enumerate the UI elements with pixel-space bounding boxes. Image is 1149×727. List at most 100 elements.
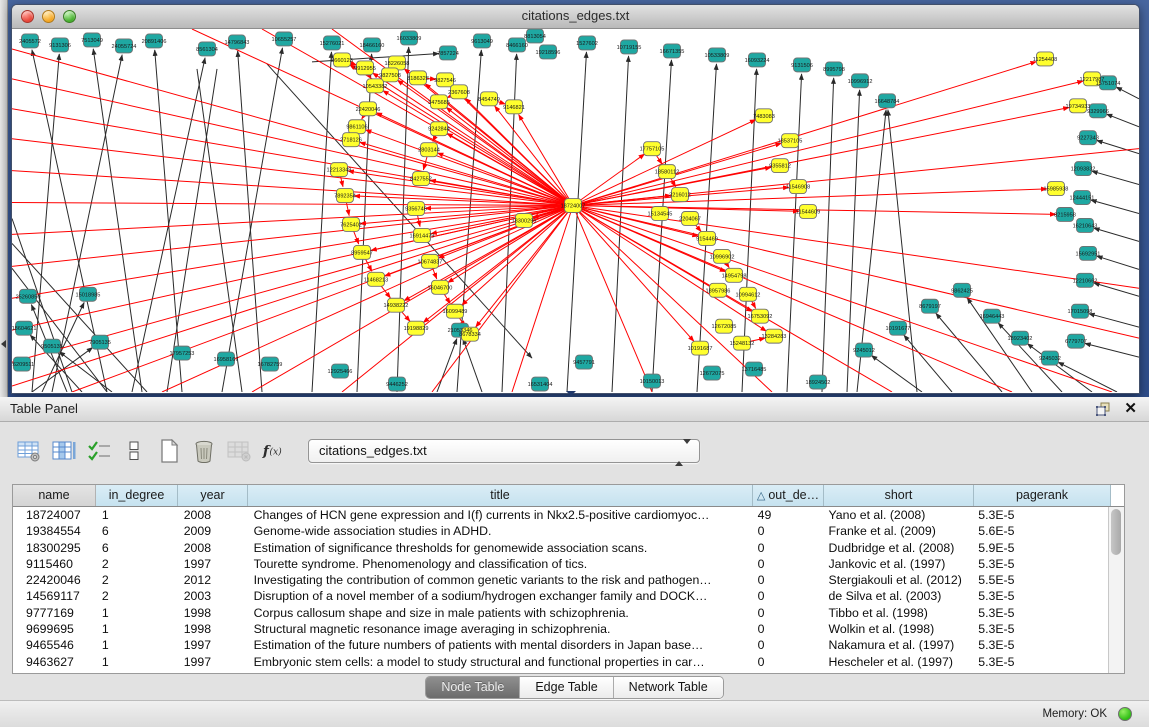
graph-node-label: 14938222 [384, 303, 409, 309]
table-row[interactable]: 911546021997Tourette syndrome. Phenomeno… [13, 556, 1109, 572]
table-cell: 5.3E-5 [972, 654, 1109, 670]
table-cell: 1997 [178, 654, 248, 670]
graph-edge [1097, 256, 1139, 269]
table-cell: 1997 [178, 556, 248, 572]
graph-node-label: 16753092 [748, 314, 773, 320]
graph-node-label: 11254408 [1033, 57, 1057, 63]
tab-node-table[interactable]: Node Table [426, 677, 520, 698]
table-row[interactable]: 1830029562008Estimation of significance … [13, 540, 1109, 556]
window-close-button[interactable] [21, 10, 34, 23]
table-cell: 9115460 [13, 556, 96, 572]
graph-node-label: 10191687 [688, 346, 713, 352]
table-cell: 5.3E-5 [972, 605, 1109, 621]
table-body: 1872400712008Changes of HCN gene express… [13, 507, 1109, 673]
row-selector-icon[interactable] [121, 438, 147, 464]
table-row[interactable]: 1456911722003Disruption of a novel membe… [13, 588, 1109, 604]
table-row[interactable]: 969969511998Structural magnetic resonanc… [13, 621, 1109, 637]
tab-edge-table[interactable]: Edge Table [520, 677, 613, 698]
window-zoom-button[interactable] [63, 10, 76, 23]
show-columns-icon[interactable] [51, 438, 77, 464]
table-row[interactable]: 977716911998Corpus callosum shape and si… [13, 605, 1109, 621]
graph-node-label: 18957986 [706, 288, 731, 294]
table-mode-icon[interactable] [16, 438, 42, 464]
table-row[interactable]: 946554611997Estimation of the future num… [13, 637, 1109, 653]
table-toolbar: f (x) citations_edges.txt [16, 434, 700, 468]
column-checklist-icon[interactable] [86, 438, 112, 464]
table-source-select[interactable]: citations_edges.txt [308, 439, 700, 463]
graph-node-label: 9827508 [379, 73, 401, 79]
graph-node-label: 18466160 [360, 43, 385, 49]
graph-node-label: 20891406 [142, 39, 167, 45]
graph-node-label: 19734933 [1066, 104, 1091, 110]
tab-network-table[interactable]: Network Table [614, 677, 723, 698]
citation-network-graph[interactable]: 1872400724055729131306751304924055724208… [12, 29, 1139, 392]
column-header-name[interactable]: name [13, 485, 96, 506]
graph-node-label: 6779707 [1065, 339, 1087, 345]
table-cell: 5.3E-5 [972, 621, 1109, 637]
table-cell: 0 [752, 572, 823, 588]
column-header-out_de[interactable]: △out_de… [753, 485, 824, 506]
graph-edge [787, 74, 802, 392]
table-cell: Yano et al. (2008) [823, 507, 973, 523]
column-header-year[interactable]: year [178, 485, 248, 506]
close-panel-icon[interactable]: ✕ [1124, 399, 1137, 417]
graph-node-label: 8679197 [919, 304, 941, 310]
table-cell: Jankovic et al. (1997) [823, 556, 973, 572]
float-panel-icon[interactable] [1095, 401, 1111, 417]
table-cell: 49 [752, 507, 823, 523]
graph-node-label: 2405572 [19, 39, 41, 45]
memory-status-label: Memory: OK [1042, 708, 1107, 720]
graph-edge [1089, 314, 1139, 328]
graph-edge [342, 206, 573, 392]
graph-node-label: 8454749 [478, 97, 500, 103]
graph-node-label: 16782759 [258, 362, 283, 368]
table-scrollbar[interactable] [1108, 507, 1124, 673]
window-minimize-button[interactable] [42, 10, 55, 23]
column-header-title[interactable]: title [248, 485, 753, 506]
delete-table-icon[interactable] [226, 438, 252, 464]
memory-status-indicator[interactable] [1118, 707, 1132, 721]
new-column-icon[interactable] [156, 438, 182, 464]
graph-node-label: 9131306 [49, 43, 71, 49]
delete-column-icon[interactable] [191, 438, 217, 464]
graph-edge [1085, 343, 1139, 357]
table-row[interactable]: 1872400712008Changes of HCN gene express… [13, 507, 1109, 523]
graph-edge [1092, 171, 1139, 184]
graph-edge [1116, 87, 1139, 99]
graph-node-label: 8995798 [823, 67, 845, 73]
graph-node-label: 9861106 [346, 125, 367, 131]
table-row[interactable]: 1938455462009Genome-wide association stu… [13, 523, 1109, 539]
graph-node-label: 9457791 [573, 360, 595, 366]
collapse-arrow-icon[interactable] [1, 340, 6, 348]
table-cell: Disruption of a novel member of a sodium… [248, 588, 752, 604]
svg-text:(x): (x) [269, 447, 282, 458]
cytoscape-desktop: citations_edges.txt 18724007240557291313… [0, 0, 1149, 397]
graph-node-label: 15018985 [76, 292, 101, 298]
table-cell: 0 [752, 605, 823, 621]
table-cell: Hescheler et al. (1997) [823, 654, 973, 670]
graph-node-label: 9613049 [471, 39, 493, 45]
table-row[interactable]: 946362711997Embryonic stem cells: a mode… [13, 654, 1109, 670]
graph-node-label: 12217987 [1080, 77, 1105, 83]
table-row[interactable]: 2242004622012Investigating the contribut… [13, 572, 1109, 588]
graph-node-label: 10719155 [617, 45, 642, 51]
graph-node-label: 18300295 [512, 218, 537, 224]
graph-node-label: 2204067 [679, 216, 701, 222]
column-header-short[interactable]: short [824, 485, 974, 506]
table-cell: de Silva et al. (2003) [823, 588, 973, 604]
column-header-pagerank[interactable]: pagerank [974, 485, 1111, 506]
table-cell: 1 [96, 637, 178, 653]
table-cell: 0 [752, 556, 823, 572]
graph-node-label: 18580112 [655, 170, 679, 176]
table-cell: Corpus callosum shape and size in male p… [248, 605, 752, 621]
graph-node-label: 14796843 [225, 40, 250, 46]
scrollbar-thumb[interactable] [1111, 509, 1121, 555]
function-builder-icon[interactable]: f (x) [261, 438, 287, 464]
panel-divider-grip[interactable] [566, 391, 576, 396]
graph-node-label: 15692951 [1076, 251, 1101, 257]
table-header-row: namein_degreeyeartitle△out_de…shortpager… [13, 485, 1124, 507]
graph-node-label: 1527602 [576, 41, 598, 47]
column-header-in_degree[interactable]: in_degree [96, 485, 178, 506]
window-titlebar[interactable]: citations_edges.txt [12, 5, 1139, 29]
network-graph-canvas[interactable]: 1872400724055729131306751304924055724208… [12, 29, 1139, 392]
